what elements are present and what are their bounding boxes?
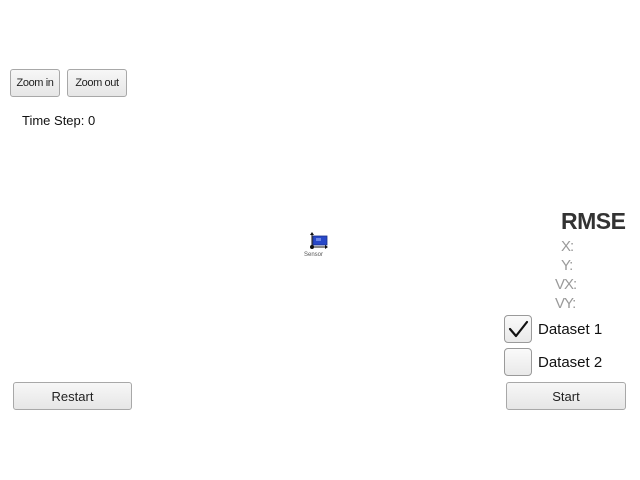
dataset-1-label: Dataset 1	[538, 320, 603, 338]
rmse-y-label: Y:	[561, 257, 573, 274]
simulator-window: Zoom in Zoom out Time Step: 0 Sensor RMS…	[0, 0, 640, 480]
dataset-1-checkbox[interactable]	[504, 315, 532, 343]
dataset-2-option[interactable]: Dataset 2	[504, 348, 602, 376]
rmse-title: RMSE	[561, 208, 626, 234]
zoom-in-button[interactable]: Zoom in	[10, 69, 60, 97]
checkmark-icon	[508, 320, 529, 338]
rmse-vy-label: VY:	[555, 295, 576, 312]
rmse-x-label: X:	[561, 238, 574, 255]
car-label: Sensor	[304, 252, 324, 258]
restart-button[interactable]: Restart	[13, 382, 132, 410]
dataset-2-label: Dataset 2	[538, 353, 603, 371]
dataset-2-checkbox[interactable]	[504, 348, 532, 376]
time-step-label: Time Step: 0	[22, 113, 96, 128]
rmse-vx-label: VX:	[555, 276, 577, 293]
start-button[interactable]: Start	[506, 382, 626, 410]
zoom-out-button[interactable]: Zoom out	[67, 69, 127, 97]
dataset-1-option[interactable]: Dataset 1	[504, 315, 602, 343]
